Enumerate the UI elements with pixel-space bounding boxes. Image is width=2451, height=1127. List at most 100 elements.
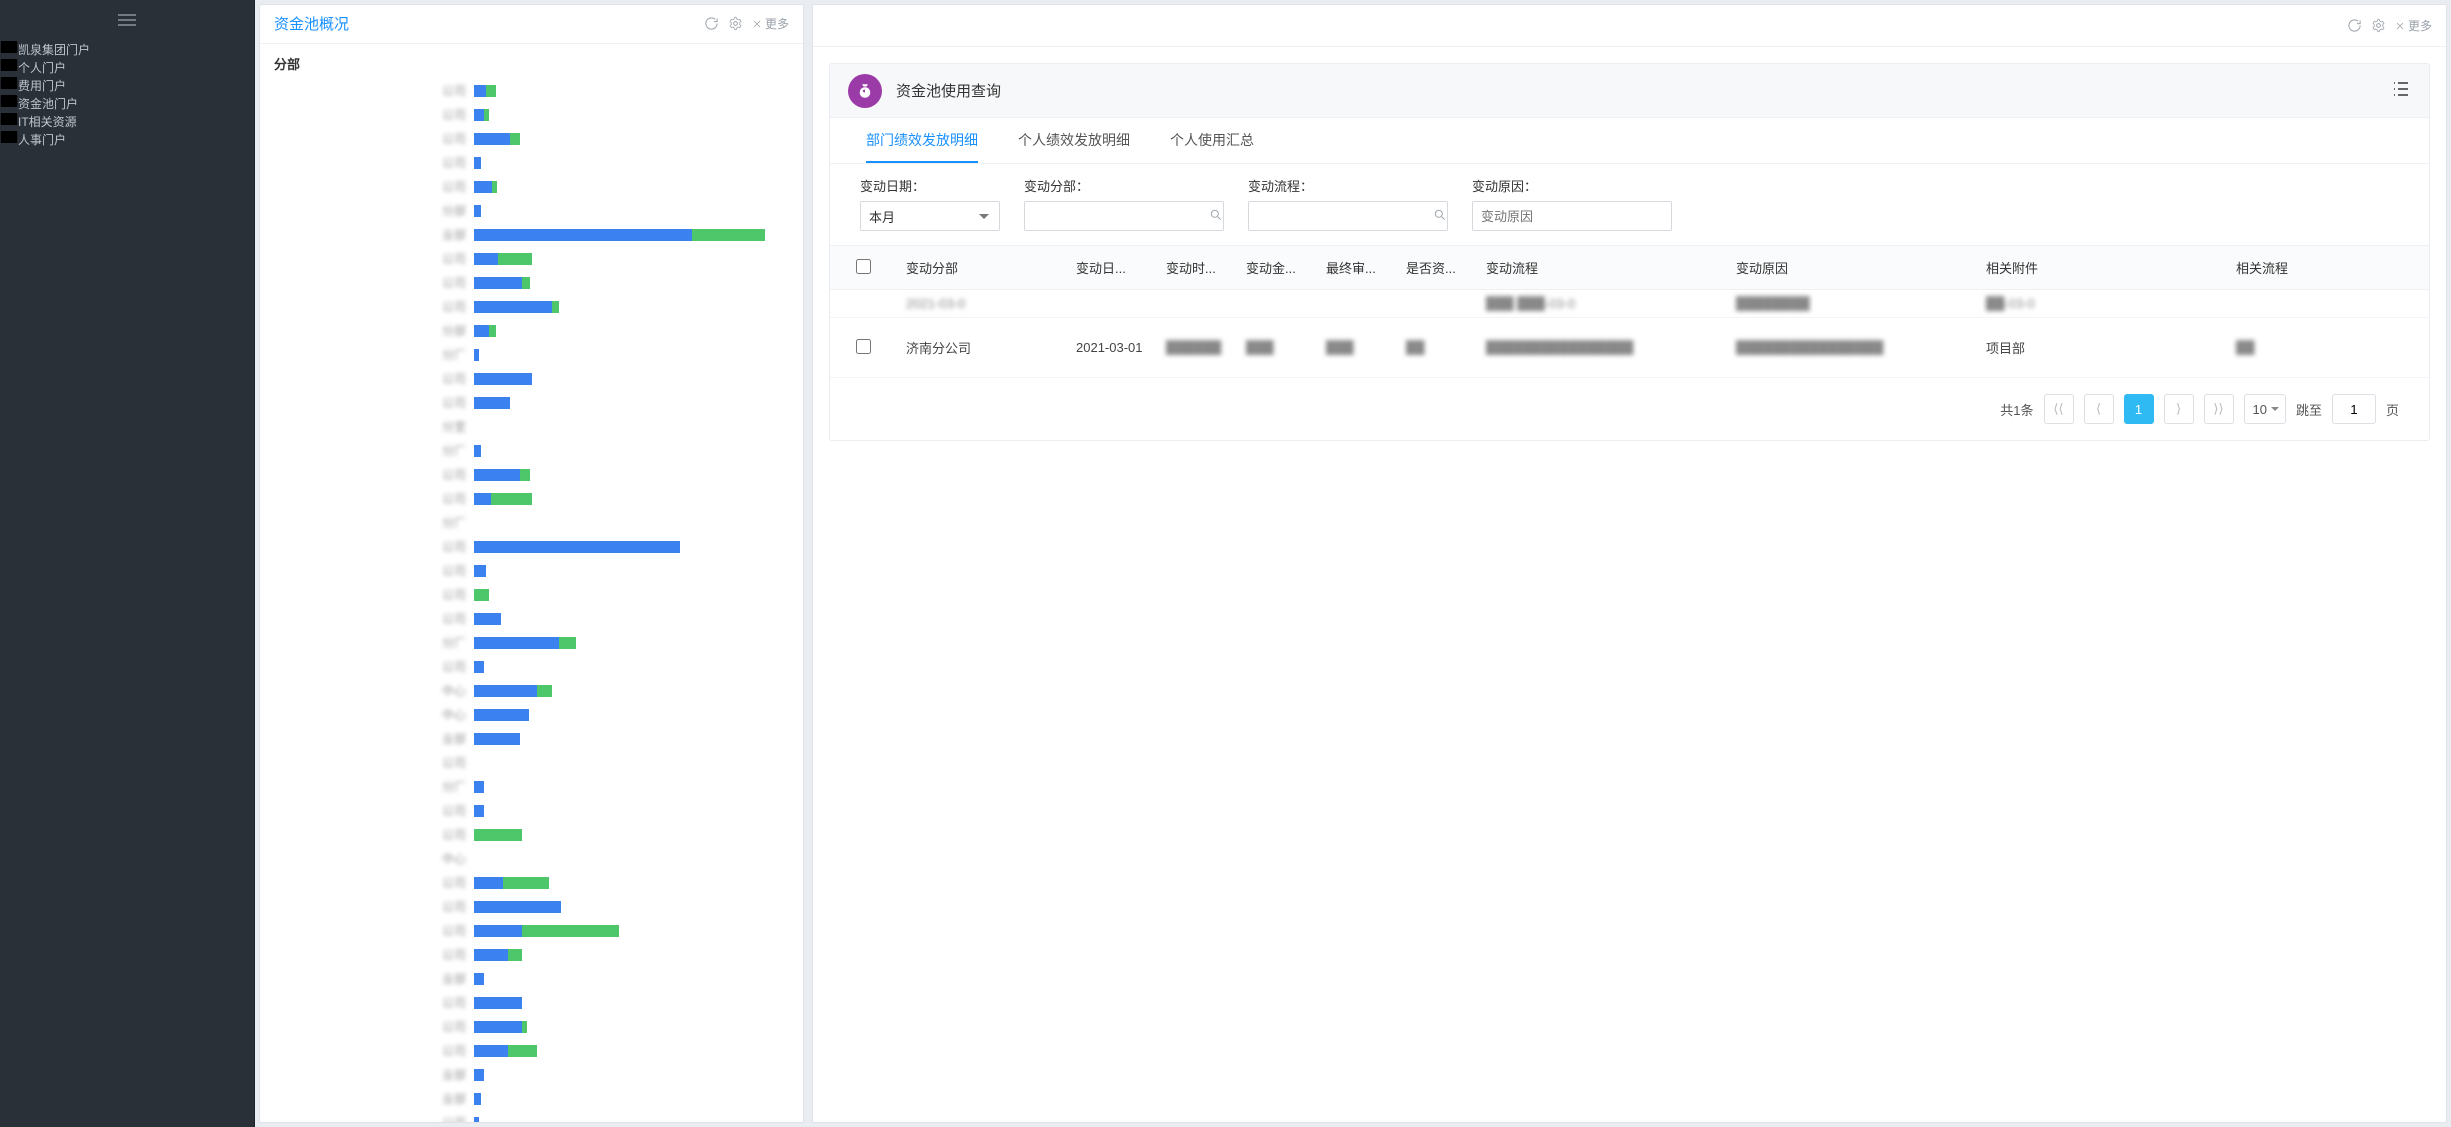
col-time[interactable]: 变动时... bbox=[1160, 258, 1240, 277]
more-button[interactable]: 更多 bbox=[2394, 17, 2432, 34]
chart-bar-group[interactable] bbox=[474, 157, 789, 169]
panel-title: 资金池概况 bbox=[274, 13, 703, 34]
chart-bar-group[interactable] bbox=[474, 1093, 789, 1105]
col-flow[interactable]: 变动流程 bbox=[1480, 258, 1730, 277]
chart-category-label: 业部 bbox=[274, 1066, 474, 1083]
right-panel-header: 更多 bbox=[813, 5, 2446, 47]
chart-category-label: 公司 bbox=[274, 658, 474, 675]
col-relflow[interactable]: 相关流程 bbox=[2230, 258, 2409, 277]
tab-personal-summary[interactable]: 个人使用汇总 bbox=[1170, 118, 1254, 163]
chart-bar-group[interactable] bbox=[474, 445, 789, 457]
panel-header: 资金池概况 更多 bbox=[260, 5, 803, 44]
chart-bar-group[interactable] bbox=[474, 709, 789, 721]
more-button[interactable]: 更多 bbox=[751, 15, 789, 32]
prev-page-button[interactable]: ⟨ bbox=[2084, 394, 2114, 424]
reason-text-input[interactable] bbox=[1481, 209, 1663, 224]
col-dept[interactable]: 变动分部 bbox=[900, 258, 1070, 277]
sidebar-item-4[interactable]: IT相关资源 bbox=[0, 112, 254, 130]
chart-bar-group[interactable] bbox=[474, 973, 789, 985]
col-amount[interactable]: 变动金... bbox=[1240, 258, 1320, 277]
chart-bar-group[interactable] bbox=[474, 805, 789, 817]
chart-bar-group[interactable] bbox=[474, 397, 789, 409]
chart-bar-group[interactable] bbox=[474, 1045, 789, 1057]
chart-bar-group[interactable] bbox=[474, 85, 789, 97]
chart-bar-group[interactable] bbox=[474, 949, 789, 961]
chart-bar-group[interactable] bbox=[474, 541, 789, 553]
chart-bar-group[interactable] bbox=[474, 469, 789, 481]
sidebar-collapse-button[interactable] bbox=[0, 0, 254, 40]
chart-bar-group[interactable] bbox=[474, 877, 789, 889]
chart-bar-group[interactable] bbox=[474, 685, 789, 697]
col-isfund[interactable]: 是否资... bbox=[1400, 258, 1480, 277]
col-approver[interactable]: 最终审... bbox=[1320, 258, 1400, 277]
chart-bar-group[interactable] bbox=[474, 781, 789, 793]
col-attach[interactable]: 相关附件 bbox=[1980, 258, 2230, 277]
chart-bar-group[interactable] bbox=[474, 829, 789, 841]
chart-bar-group[interactable] bbox=[474, 253, 789, 265]
chart-bar-group[interactable] bbox=[474, 1069, 789, 1081]
last-page-button[interactable]: ⟩⟩ bbox=[2204, 394, 2234, 424]
chart-bar-group[interactable] bbox=[474, 277, 789, 289]
chart-row: 公司 bbox=[274, 871, 789, 895]
chart-bar-group[interactable] bbox=[474, 733, 789, 745]
reason-input[interactable] bbox=[1472, 201, 1672, 231]
chart-bar-group[interactable] bbox=[474, 421, 789, 433]
search-button[interactable] bbox=[1209, 208, 1223, 224]
chart-bar-group[interactable] bbox=[474, 589, 789, 601]
refresh-button[interactable] bbox=[703, 15, 721, 33]
portal-icon bbox=[0, 112, 18, 126]
sidebar-item-2[interactable]: 费用门户 bbox=[0, 76, 254, 94]
chart-bar-group[interactable] bbox=[474, 925, 789, 937]
tab-personal-perf[interactable]: 个人绩效发放明细 bbox=[1018, 118, 1130, 163]
tab-dept-perf[interactable]: 部门绩效发放明细 bbox=[866, 118, 978, 163]
chart-bar-group[interactable] bbox=[474, 181, 789, 193]
col-date[interactable]: 变动日... bbox=[1070, 258, 1160, 277]
table-row[interactable]: 济南分公司 2021-03-01 ██████ ███ ███ ██ █████… bbox=[830, 318, 2429, 378]
list-view-button[interactable] bbox=[2391, 81, 2411, 100]
chart-bar-group[interactable] bbox=[474, 661, 789, 673]
jump-page-input[interactable] bbox=[2332, 394, 2376, 424]
chart-bar-group[interactable] bbox=[474, 301, 789, 313]
chart-bar-group[interactable] bbox=[474, 613, 789, 625]
chart-bar-group[interactable] bbox=[474, 133, 789, 145]
chart-bar-group[interactable] bbox=[474, 493, 789, 505]
chart-bar-group[interactable] bbox=[474, 757, 789, 769]
flow-input[interactable] bbox=[1248, 201, 1448, 231]
chart-bar-group[interactable] bbox=[474, 373, 789, 385]
chart-bar-group[interactable] bbox=[474, 1117, 789, 1122]
first-page-button[interactable]: ⟨⟨ bbox=[2044, 394, 2074, 424]
sidebar-item-0[interactable]: 凯泉集团门户 bbox=[0, 40, 254, 58]
pagesize-select[interactable]: 10 bbox=[2244, 394, 2286, 424]
chart-row: 业部 bbox=[274, 223, 789, 247]
chart-bar-group[interactable] bbox=[474, 997, 789, 1009]
dept-text-input[interactable] bbox=[1033, 209, 1209, 224]
select-all-checkbox[interactable] bbox=[856, 259, 871, 274]
col-reason[interactable]: 变动原因 bbox=[1730, 258, 1980, 277]
search-button[interactable] bbox=[1433, 208, 1447, 224]
chart-bar-group[interactable] bbox=[474, 205, 789, 217]
filter-label: 变动流程： bbox=[1248, 176, 1448, 195]
chart-bar-group[interactable] bbox=[474, 325, 789, 337]
flow-text-input[interactable] bbox=[1257, 209, 1433, 224]
dept-input[interactable] bbox=[1024, 201, 1224, 231]
sidebar-item-5[interactable]: 人事门户 bbox=[0, 130, 254, 148]
chart-bar-group[interactable] bbox=[474, 1021, 789, 1033]
chart-bar-group[interactable] bbox=[474, 229, 789, 241]
sidebar-item-1[interactable]: 个人门户 bbox=[0, 58, 254, 76]
chart-bar-group[interactable] bbox=[474, 637, 789, 649]
chart-bar-group[interactable] bbox=[474, 901, 789, 913]
chart-bar-group[interactable] bbox=[474, 109, 789, 121]
cell-dept: 济南分公司 bbox=[900, 338, 1070, 357]
row-checkbox[interactable] bbox=[856, 339, 871, 354]
next-page-button[interactable]: ⟩ bbox=[2164, 394, 2194, 424]
chart-bar-group[interactable] bbox=[474, 517, 789, 529]
chart-bar-group[interactable] bbox=[474, 565, 789, 577]
settings-button[interactable] bbox=[727, 15, 745, 33]
settings-button[interactable] bbox=[2370, 17, 2388, 35]
page-number-button[interactable]: 1 bbox=[2124, 394, 2154, 424]
chart-bar-group[interactable] bbox=[474, 349, 789, 361]
sidebar-item-3[interactable]: 资金池门户 bbox=[0, 94, 254, 112]
chart-bar-group[interactable] bbox=[474, 853, 789, 865]
date-select[interactable]: 本月 bbox=[860, 201, 1000, 231]
refresh-button[interactable] bbox=[2346, 17, 2364, 35]
